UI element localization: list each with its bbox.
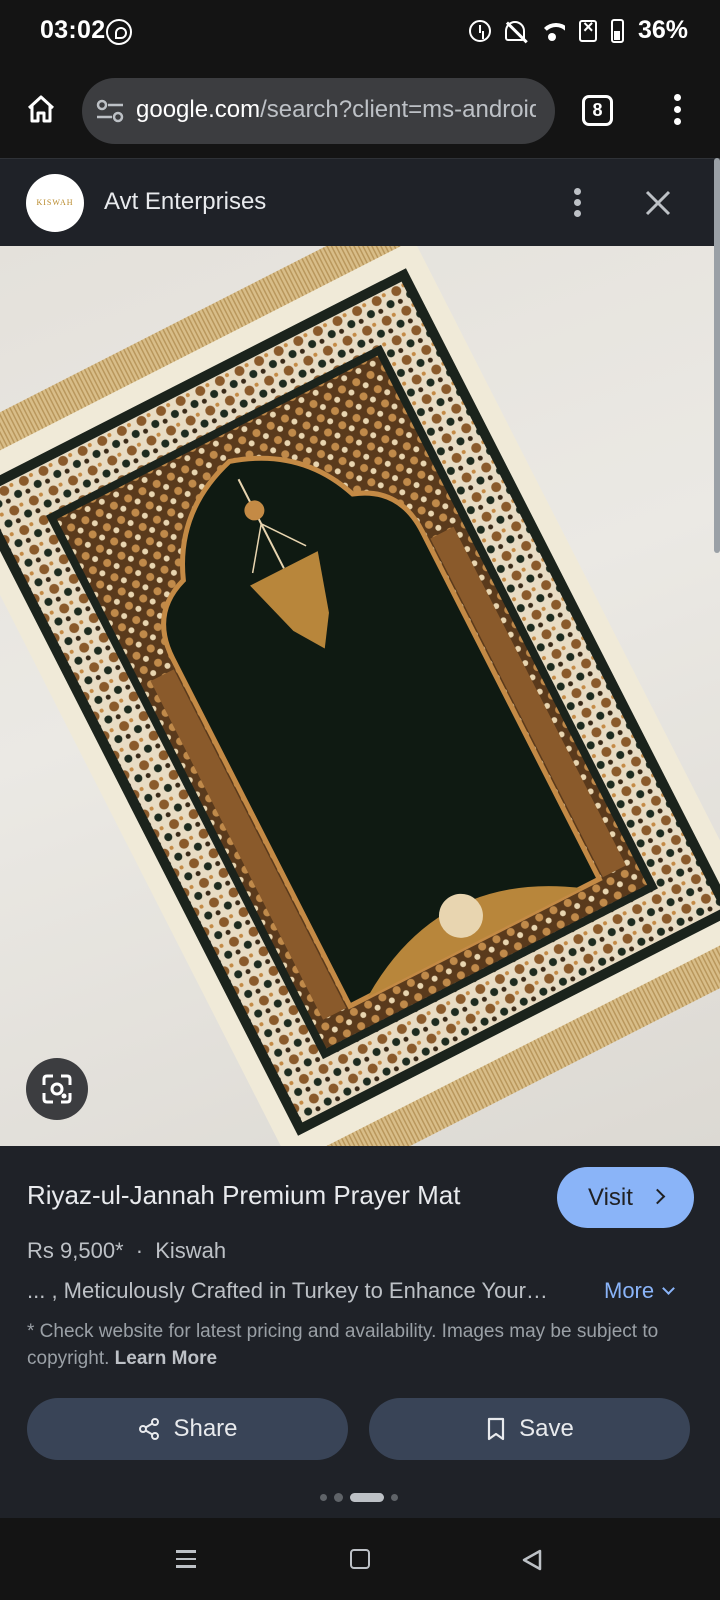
seller-name: Kiswah [155,1238,227,1263]
browser-menu-icon[interactable] [674,94,682,126]
url-text[interactable]: google.com/search?client=ms-android- [136,96,536,124]
price-separator: · [135,1238,144,1263]
nav-home-icon[interactable] [350,1549,370,1569]
site-settings-icon[interactable] [96,98,124,124]
google-lens-button[interactable] [26,1058,88,1120]
product-description: ... , Meticulously Crafted in Turkey to … [27,1278,548,1303]
address-bar[interactable]: google.com/search?client=ms-android- [82,78,555,144]
product-price: Rs 9,500* [27,1238,124,1263]
visit-label: Visit [588,1184,633,1211]
site-logo: KISWAH [26,174,84,232]
learn-more-link[interactable]: Learn More [115,1348,217,1369]
save-label: Save [519,1415,574,1442]
mobile-data-off-icon [578,17,597,42]
browser-toolbar: google.com/search?client=ms-android- 8 [0,62,720,158]
price-line: Rs 9,500* · Kiswah [27,1238,226,1264]
carousel-dot-active [350,1493,384,1502]
wifi-icon [538,21,565,41]
whatsapp-icon [106,19,132,45]
share-icon [139,1418,160,1440]
prayer-mat-illustration [0,246,720,1146]
system-nav-bar [0,1518,720,1600]
tab-switcher-button[interactable]: 8 [582,95,613,126]
clock: 03:02 [40,16,106,44]
home-icon[interactable] [26,94,56,124]
carousel-dot [391,1494,398,1501]
notifications-off-icon [504,20,525,41]
back-icon[interactable] [520,1548,544,1572]
url-path: /search?client=ms-android- [260,96,536,123]
more-options-icon[interactable] [574,188,582,218]
close-icon[interactable] [644,189,672,217]
save-button[interactable]: Save [369,1398,690,1460]
recents-icon[interactable] [176,1550,196,1568]
share-button[interactable]: Share [27,1398,348,1460]
scrollbar-thumb[interactable] [714,158,720,553]
share-label: Share [173,1415,238,1442]
chevron-down-icon [662,1282,675,1295]
carousel-indicator [320,1493,398,1502]
more-button[interactable]: More [604,1278,675,1304]
battery-percent: 36% [637,16,688,44]
chevron-right-icon [649,1188,666,1205]
sheet-header: KISWAH Avt Enterprises [0,158,720,246]
site-name[interactable]: Avt Enterprises [104,188,266,216]
url-host: google.com [136,96,261,123]
lens-icon [42,1074,72,1104]
status-icons: 36% [468,16,688,45]
carousel-dot [334,1493,343,1502]
visit-button[interactable]: Visit [557,1167,694,1228]
product-image[interactable] [0,246,720,1146]
alarm-icon [468,19,491,42]
disclaimer: * Check website for latest pricing and a… [27,1318,697,1372]
carousel-dot [320,1494,327,1501]
more-label: More [604,1278,655,1303]
status-bar: 03:02 36% [0,0,720,62]
product-title: Riyaz-ul-Jannah Premium Prayer Mat [27,1180,461,1210]
battery-icon [610,18,624,43]
bookmark-icon [488,1417,505,1441]
